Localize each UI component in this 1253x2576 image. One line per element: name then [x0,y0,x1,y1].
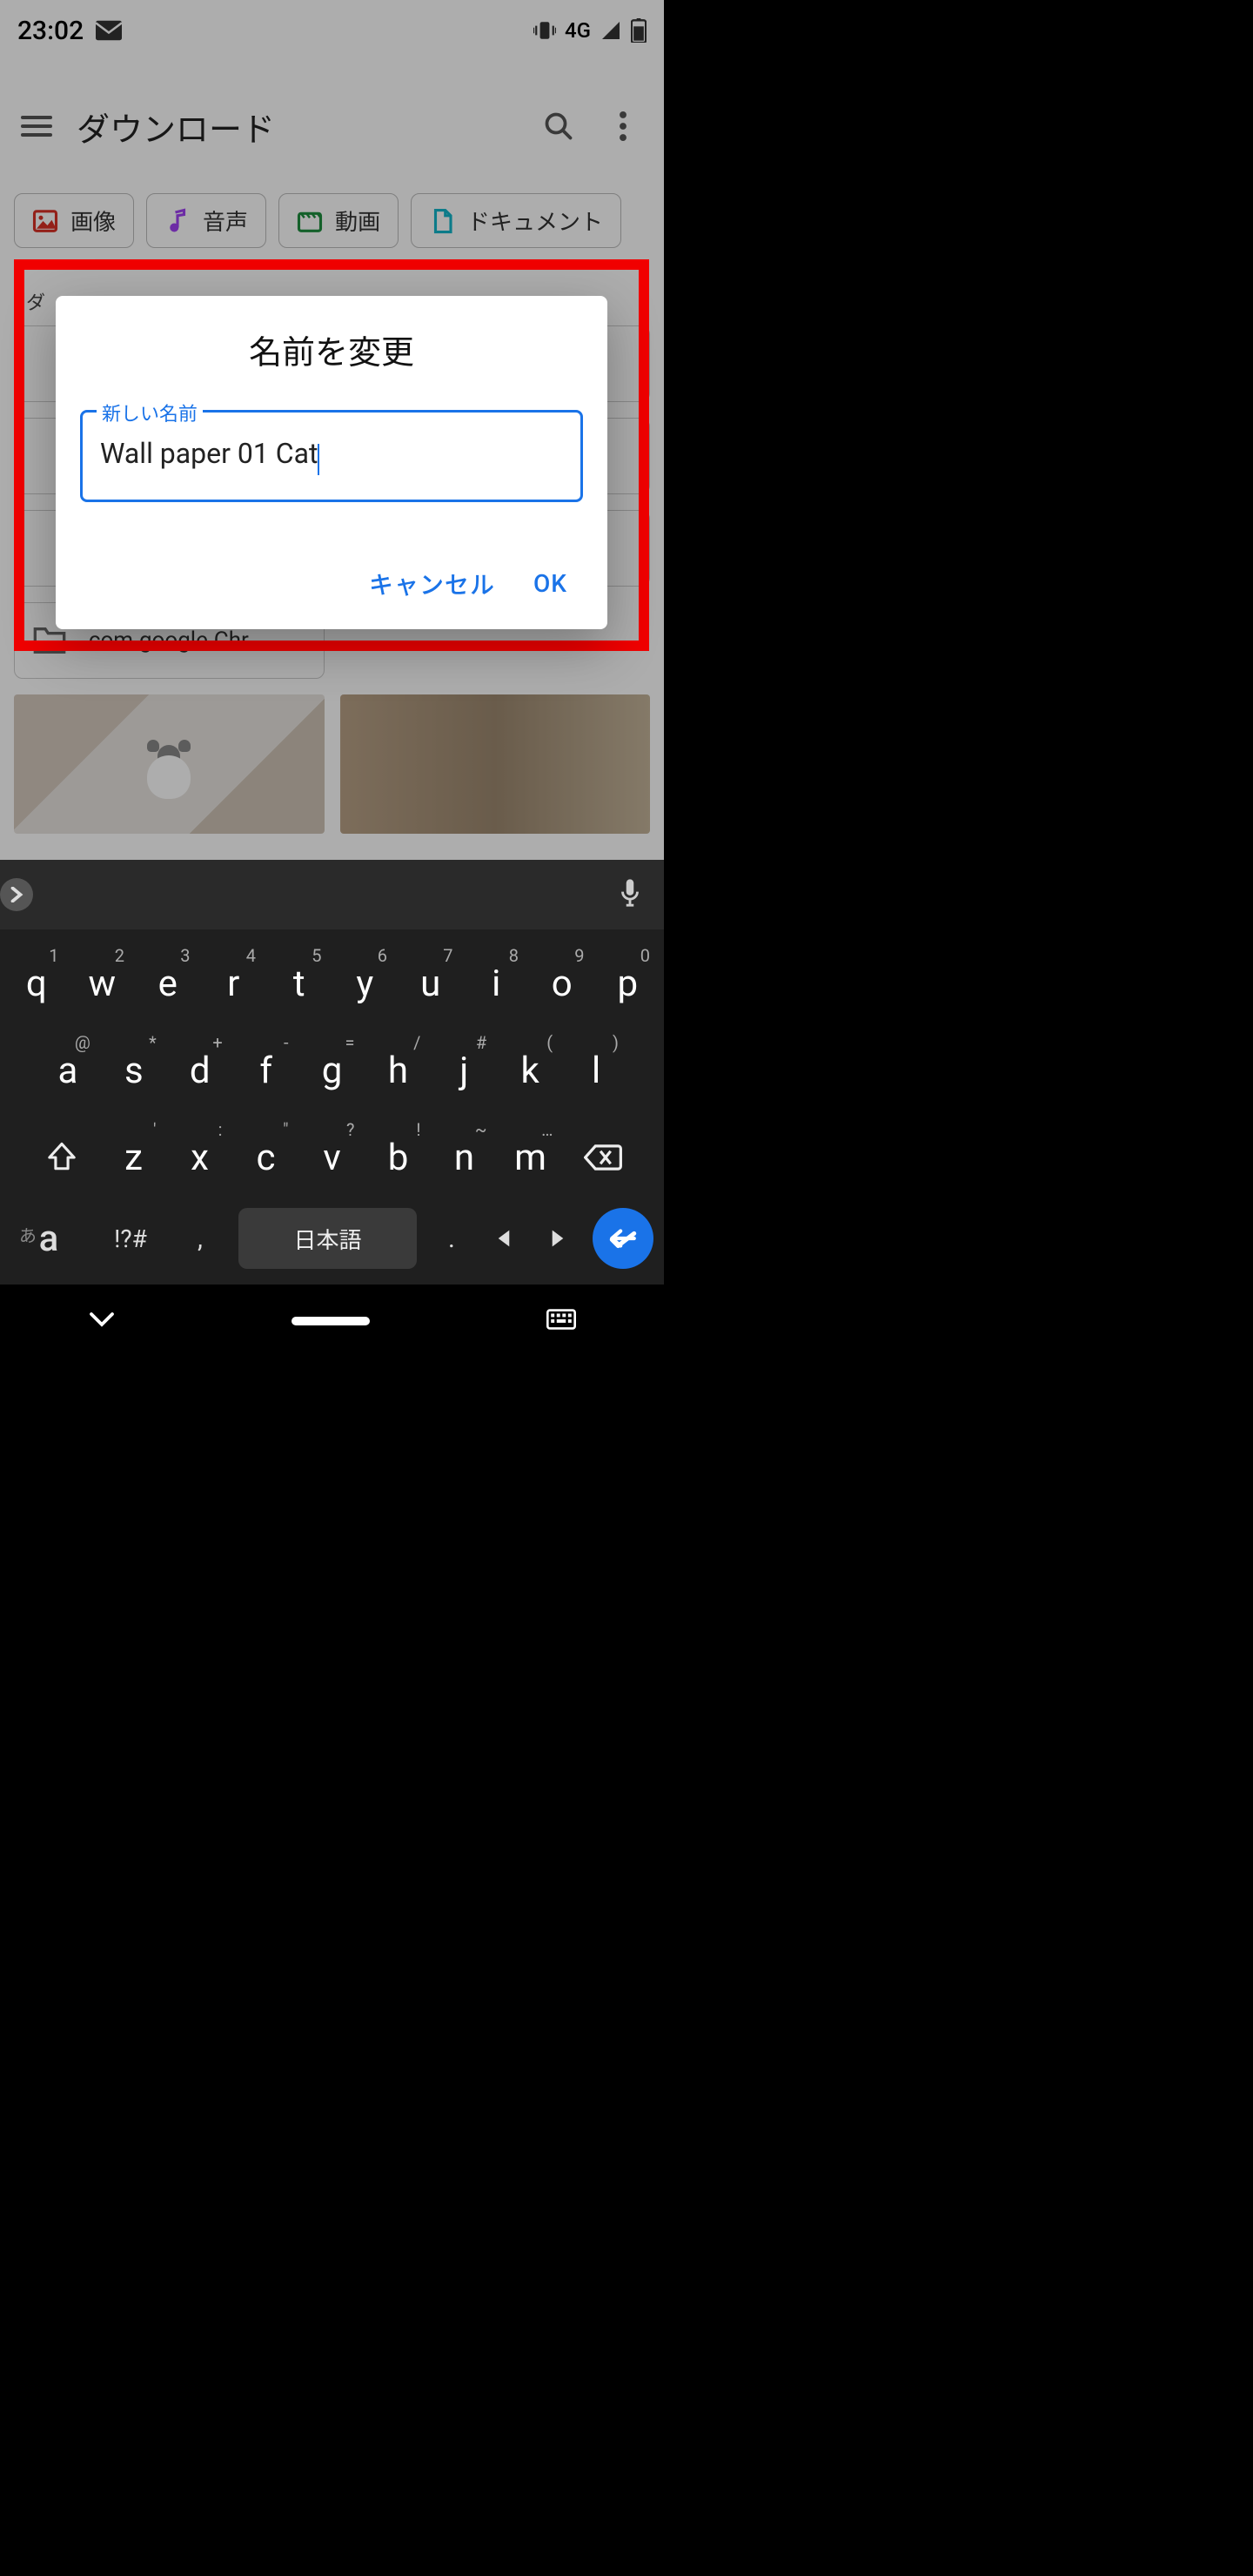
ok-button[interactable]: OK [533,567,567,601]
space-key[interactable]: 日本語 [238,1208,417,1269]
rename-dialog: 名前を変更 新しい名前 Wall paper 01 Cat キャンセル OK [56,296,607,629]
key-m[interactable]: m… [499,1116,562,1199]
key-t[interactable]: t5 [268,942,331,1025]
key-g[interactable]: g= [301,1029,364,1112]
nav-keyboard-switch-icon[interactable] [546,1308,576,1334]
period-key[interactable]: . [429,1208,474,1269]
key-r[interactable]: r4 [203,942,265,1025]
backspace-key[interactable] [564,1116,642,1199]
cursor-left-key[interactable] [479,1208,528,1269]
soft-keyboard: q1w2e3r4t5y6u7i8o9p0 a@s*d+f-g=h/j#k(l) … [0,860,664,1285]
key-c[interactable]: c" [235,1116,298,1199]
nav-home-pill[interactable] [291,1317,370,1325]
key-j[interactable]: j# [432,1029,495,1112]
key-y[interactable]: y6 [334,942,397,1025]
key-o[interactable]: o9 [531,942,593,1025]
field-label: 新しい名前 [97,399,203,426]
key-d[interactable]: d+ [169,1029,231,1112]
nav-back-icon[interactable] [89,1311,115,1332]
key-s[interactable]: s* [103,1029,165,1112]
key-e[interactable]: e3 [137,942,199,1025]
kana-mode-key[interactable]: あ a [10,1208,87,1269]
key-u[interactable]: u7 [399,942,462,1025]
key-x[interactable]: x: [169,1116,231,1199]
navigation-bar [0,1285,664,1358]
comma-key[interactable]: , [174,1208,226,1269]
key-f[interactable]: f- [235,1029,298,1112]
enter-key[interactable] [593,1208,653,1269]
suggestion-bar [0,860,664,929]
shift-key[interactable] [23,1116,101,1199]
cursor-right-key[interactable] [533,1208,582,1269]
key-q[interactable]: q1 [5,942,68,1025]
key-b[interactable]: b! [367,1116,430,1199]
key-i[interactable]: i8 [466,942,528,1025]
key-w[interactable]: w2 [71,942,134,1025]
cancel-button[interactable]: キャンセル [369,567,495,601]
key-k[interactable]: k( [499,1029,561,1112]
expand-toolbar-icon[interactable] [0,878,33,911]
key-p[interactable]: p0 [597,942,660,1025]
mic-icon[interactable] [605,878,655,911]
key-v[interactable]: v? [301,1116,364,1199]
symbols-key[interactable]: !?# [92,1208,169,1269]
key-a[interactable]: a@ [37,1029,99,1112]
filename-field[interactable]: 新しい名前 Wall paper 01 Cat [80,410,583,502]
key-h[interactable]: h/ [366,1029,429,1112]
dialog-title: 名前を変更 [80,325,583,373]
key-z[interactable]: z' [103,1116,165,1199]
key-l[interactable]: l) [565,1029,627,1112]
filename-input[interactable]: Wall paper 01 Cat [100,437,318,470]
key-n[interactable]: n~ [433,1116,496,1199]
